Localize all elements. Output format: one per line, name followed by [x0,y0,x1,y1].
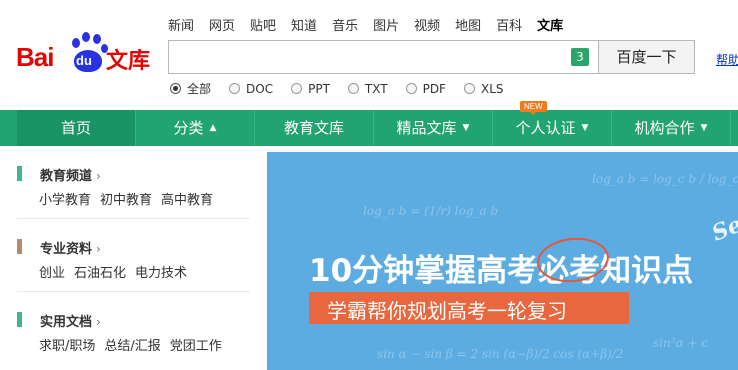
category-marker [17,166,22,181]
product-link-zhidao[interactable]: 知道 [291,15,317,34]
promo-banner[interactable]: log_a b = log_c b / log_c a log_a b = (1… [267,152,738,370]
product-link-tieba[interactable]: 贴吧 [250,15,276,34]
category-links: 小学教育 初中教育 高中教育 [39,189,222,208]
search-box: 3 [168,40,598,74]
banner-formula: sin α − sin β = 2 sin (α−β)/2 cos (α+β)/… [377,347,624,361]
category-sidebar: 教育频道 › 小学教育 初中教育 高中教育 专业资料 › 创业 石油石化 电力技术 … [17,146,250,370]
category-education: 教育频道 › 小学教育 初中教育 高中教育 [17,146,250,219]
search-count-badge: 3 [571,48,589,66]
category-title[interactable]: 教育频道 › [40,165,101,184]
category-link[interactable]: 总结/汇报 [104,335,160,354]
product-link-baike[interactable]: 百科 [496,15,522,34]
banner-subtitle-box: 学霸帮你规划高考一轮复习 [309,292,629,324]
product-links: 新闻 网页 贴吧 知道 音乐 图片 视频 地图 百科 文库 [168,15,578,34]
logo-wenku-text: 文库 [106,49,151,74]
radio-checked-icon[interactable] [170,83,181,94]
caret-down-icon: ▼ [581,122,589,133]
filter-ppt[interactable]: PPT [291,80,330,97]
main-nav: 首页 分类 ▲ 教育文库 精品文库 ▼ NEW 个人认证 ▼ 机构合作 ▼ [0,101,738,146]
radio-icon[interactable] [229,83,241,94]
product-link-music[interactable]: 音乐 [332,15,358,34]
nav-home[interactable]: 首页 [17,110,136,146]
search-input[interactable] [169,41,598,73]
logo-bai-text: Bai [16,42,54,72]
nav-institution-cooperation[interactable]: 机构合作 ▼ [612,110,731,146]
category-links: 创业 石油石化 电力技术 [39,262,196,281]
filter-xls[interactable]: XLS [463,80,504,97]
banner-script-text: Se [708,211,738,247]
category-link[interactable]: 党团工作 [170,335,222,354]
radio-icon[interactable] [291,83,303,94]
nav-category[interactable]: 分类 ▲ [136,110,255,146]
banner-formula: sin²α + c [653,336,709,350]
filter-all[interactable]: 全部 [170,80,211,97]
banner-headline: 10分钟掌握高考必考知识点 [309,253,694,289]
category-title[interactable]: 专业资料 › [40,238,101,257]
product-link-map[interactable]: 地图 [455,15,481,34]
help-link[interactable]: 帮助 [716,51,738,68]
category-links: 求职/职场 总结/汇报 党团工作 [39,335,231,354]
category-practical: 实用文档 › 求职/职场 总结/汇报 党团工作 [17,292,250,365]
product-link-images[interactable]: 图片 [373,15,399,34]
radio-icon[interactable] [405,83,417,94]
banner-formula: log_a b = log_c b / log_c a [592,172,738,186]
filter-doc[interactable]: DOC [229,80,273,97]
category-title[interactable]: 实用文档 › [40,311,101,330]
category-link[interactable]: 求职/职场 [39,335,95,354]
radio-icon[interactable] [463,83,475,94]
product-link-news[interactable]: 新闻 [168,15,194,34]
nav-personal-certification[interactable]: NEW 个人认证 ▼ [493,101,612,146]
product-link-web[interactable]: 网页 [209,15,235,34]
banner-formula: log_a b = (1/r) log_a b [363,204,499,218]
caret-up-icon: ▲ [209,122,217,133]
search-button[interactable]: 百度一下 [598,40,695,74]
new-badge: NEW [520,101,547,115]
filter-txt[interactable]: TXT [347,80,388,97]
product-link-wenku[interactable]: 文库 [537,15,563,34]
filter-pdf[interactable]: PDF [405,80,446,97]
radio-icon[interactable] [347,83,359,94]
category-professional: 专业资料 › 创业 石油石化 电力技术 [17,219,250,292]
nav-premium-wenku[interactable]: 精品文库 ▼ [374,110,493,146]
category-link[interactable]: 电力技术 [135,262,187,281]
chevron-right-icon: › [96,169,101,183]
category-link[interactable]: 石油石化 [74,262,126,281]
category-link[interactable]: 高中教育 [161,189,213,208]
chevron-right-icon: › [96,315,101,329]
nav-education-wenku[interactable]: 教育文库 [255,110,374,146]
caret-down-icon: ▼ [462,122,470,133]
product-link-video[interactable]: 视频 [414,15,440,34]
category-link[interactable]: 小学教育 [39,189,91,208]
category-marker [17,312,22,327]
file-type-filters: 全部 DOC PPT TXT PDF XLS [170,80,522,97]
logo-du-text: du [76,53,92,68]
category-marker [17,239,22,254]
chevron-right-icon: › [96,242,101,256]
category-link[interactable]: 初中教育 [100,189,152,208]
banner-subtitle: 学霸帮你规划高考一轮复习 [327,299,567,323]
caret-down-icon: ▼ [700,122,708,133]
category-link[interactable]: 创业 [39,262,65,281]
baidu-wenku-logo[interactable]: Bai du 文库 [16,28,158,76]
